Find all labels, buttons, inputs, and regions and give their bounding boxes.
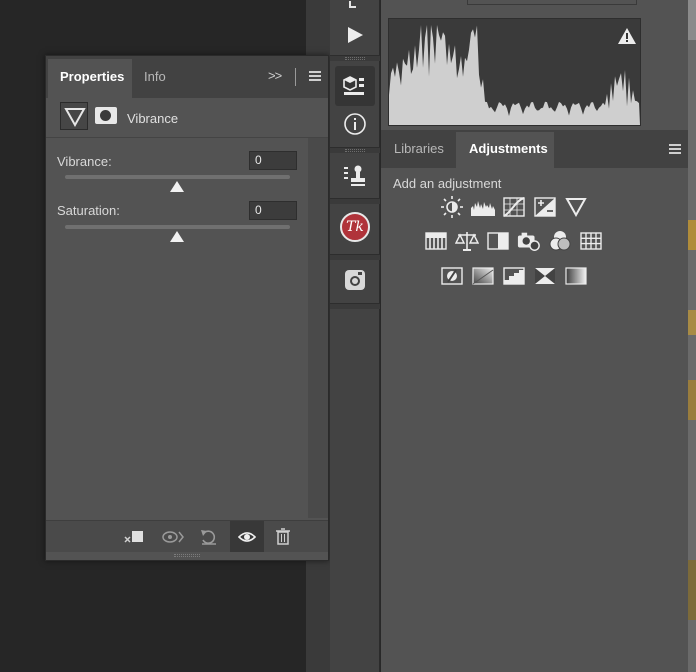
window-edge: [688, 0, 696, 672]
actions-icon[interactable]: [335, 0, 375, 14]
visibility-eye-icon: [237, 530, 257, 549]
hue-saturation-icon[interactable]: [424, 229, 448, 253]
levels-icon[interactable]: [471, 195, 495, 219]
layer-mask-icon[interactable]: [95, 107, 117, 124]
trash-icon[interactable]: [275, 528, 291, 550]
play-icon[interactable]: [335, 15, 375, 55]
saturation-label: Saturation:: [57, 203, 120, 218]
warning-icon[interactable]: [618, 28, 636, 49]
adjustments-menu-icon[interactable]: [669, 144, 681, 156]
3d-icon[interactable]: [335, 66, 375, 106]
selective-color-icon[interactable]: [533, 264, 557, 288]
color-balance-icon[interactable]: [455, 229, 479, 253]
properties-tab-bar: Properties Info >>: [46, 56, 328, 98]
channel-mixer-icon[interactable]: [548, 229, 572, 253]
tk-plugin-icon[interactable]: Tk: [335, 207, 375, 247]
histogram-top-bar: [381, 0, 689, 18]
tab-bar-divider: [295, 68, 296, 86]
posterize-icon[interactable]: [471, 264, 495, 288]
color-lookup-icon[interactable]: [579, 229, 603, 253]
vibrance-field[interactable]: 0: [249, 151, 297, 170]
info-icon[interactable]: [335, 104, 375, 144]
exposure-icon[interactable]: [533, 195, 557, 219]
gradient-map-icon[interactable]: [564, 264, 588, 288]
add-adjustment-label: Add an adjustment: [393, 176, 502, 191]
curves-icon[interactable]: [502, 195, 526, 219]
reset-icon[interactable]: [199, 528, 219, 550]
tab-libraries[interactable]: Libraries: [381, 132, 457, 168]
clip-to-layer-icon[interactable]: [123, 529, 145, 549]
properties-panel: Properties Info >> Vibrance Vibrance: 0 …: [45, 55, 329, 561]
histogram-graph: [388, 18, 641, 126]
vibrance-icon[interactable]: [60, 102, 88, 130]
vibrance-icon[interactable]: [564, 195, 588, 219]
tab-adjustments[interactable]: Adjustments: [456, 132, 554, 168]
saturation-field[interactable]: 0: [249, 201, 297, 220]
photo-filter-icon[interactable]: [517, 229, 541, 253]
right-panels: Libraries Adjustments Add an adjustment: [381, 0, 696, 672]
tab-properties[interactable]: Properties: [48, 59, 132, 98]
threshold-icon[interactable]: [502, 264, 526, 288]
panel-icon-strip: Tk: [330, 0, 380, 672]
saturation-slider-track[interactable]: [65, 225, 290, 229]
instagram-icon[interactable]: [335, 260, 375, 300]
clone-source-icon[interactable]: [335, 156, 375, 196]
vibrance-slider-track[interactable]: [65, 175, 290, 179]
vibrance-slider-thumb[interactable]: [170, 181, 184, 192]
panel-menu-icon[interactable]: [309, 71, 321, 83]
saturation-slider-thumb[interactable]: [170, 231, 184, 242]
tab-info[interactable]: Info: [132, 59, 182, 98]
properties-scrollbar[interactable]: [308, 138, 328, 518]
brightness-contrast-icon[interactable]: [440, 195, 464, 219]
adjustments-tab-bar: Libraries Adjustments: [381, 130, 689, 168]
vibrance-label: Vibrance:: [57, 154, 112, 169]
invert-icon[interactable]: [440, 264, 464, 288]
properties-header: Vibrance: [46, 98, 328, 138]
adjustment-layer-name: Vibrance: [127, 111, 179, 126]
visibility-toggle-button[interactable]: [230, 521, 264, 553]
view-previous-state-icon[interactable]: [161, 529, 185, 549]
properties-footer: [46, 520, 328, 553]
collapse-panels-button[interactable]: >>: [268, 68, 282, 83]
black-white-icon[interactable]: [486, 229, 510, 253]
panel-resize-grip[interactable]: [46, 552, 328, 560]
